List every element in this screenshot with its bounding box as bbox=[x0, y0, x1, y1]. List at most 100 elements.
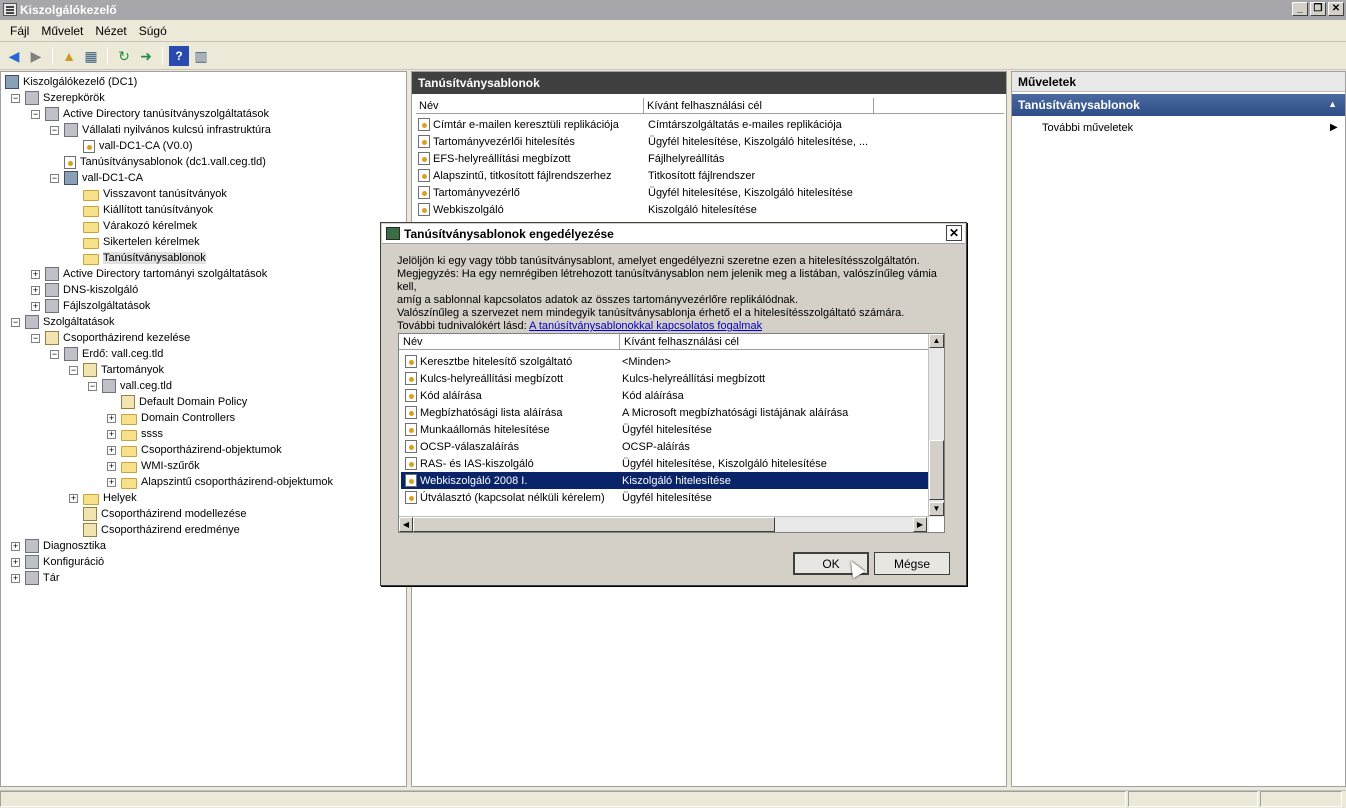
cancel-button[interactable]: Mégse bbox=[874, 552, 950, 575]
template-row[interactable]: Webkiszolgáló 2008 I. Kiszolgáló hitelesí… bbox=[401, 472, 928, 489]
tree-node[interactable]: − vall.ceg.tld bbox=[88, 378, 172, 394]
show-hide-action-pane-icon[interactable]: ▥ bbox=[191, 46, 211, 66]
template-row[interactable]: Útválasztó (kapcsolat nélküli kérelem) Üg… bbox=[401, 489, 928, 506]
show-hide-tree-icon[interactable]: ▦ bbox=[81, 46, 101, 66]
list-item[interactable]: Alapszintű, titkosított fájlrendszerhez T… bbox=[418, 167, 755, 184]
expand-icon[interactable]: + bbox=[31, 301, 40, 311]
actions-section[interactable]: Tanúsítványsablonok ▲ bbox=[1012, 94, 1345, 116]
up-folder-icon[interactable]: ▲ bbox=[59, 46, 79, 66]
collapse-icon[interactable]: − bbox=[88, 381, 97, 391]
tree-node[interactable]: vall-DC1-CA (V0.0) bbox=[69, 138, 193, 154]
expand-icon[interactable]: + bbox=[69, 493, 78, 503]
expand-icon[interactable]: + bbox=[107, 477, 116, 487]
tree-node[interactable]: + Helyek bbox=[69, 490, 137, 506]
tree-node[interactable]: Csoportházirend eredménye bbox=[69, 522, 240, 538]
tree-node[interactable]: Csoportházirend modellezése bbox=[69, 506, 247, 522]
tree-node[interactable]: Visszavont tanúsítványok bbox=[69, 186, 227, 202]
scroll-left-icon[interactable]: ◀ bbox=[399, 517, 413, 532]
menu-action[interactable]: Művelet bbox=[35, 24, 89, 38]
expand-icon[interactable]: + bbox=[31, 269, 40, 279]
template-row[interactable]: Munkaállomás hitelesítése Ügyfél hitelesí… bbox=[401, 421, 928, 438]
tree-node[interactable]: + Diagnosztika bbox=[11, 538, 106, 554]
template-row[interactable]: RAS- és IAS-kiszolgáló Ügyfél hitelesítés… bbox=[401, 455, 928, 472]
minimize-button[interactable]: _ bbox=[1292, 2, 1308, 16]
tree-node[interactable]: Kiszolgálókezelő (DC1) bbox=[5, 74, 137, 90]
tree-node[interactable]: + Konfiguráció bbox=[11, 554, 104, 570]
column-purpose[interactable]: Kívánt felhasználási cél bbox=[644, 98, 874, 113]
collapse-icon[interactable]: ▲ bbox=[1328, 99, 1337, 109]
template-row[interactable]: OCSP-válaszaláírás OCSP-aláírás bbox=[401, 438, 928, 455]
tree-node[interactable]: − Active Directory tanúsítványszolgáltatá… bbox=[31, 106, 269, 122]
list-item[interactable]: Tartományvezérlői hitelesítés Ügyfél hite… bbox=[418, 133, 868, 150]
tree-node[interactable]: + DNS-kiszolgáló bbox=[31, 282, 138, 298]
tree-node[interactable]: Várakozó kérelmek bbox=[69, 218, 197, 234]
more-actions-item[interactable]: További műveletek bbox=[1042, 122, 1133, 134]
expand-icon[interactable]: + bbox=[107, 461, 116, 471]
collapse-icon[interactable]: − bbox=[50, 349, 59, 359]
dialog-column-purpose[interactable]: Kívánt felhasználási cél bbox=[620, 334, 930, 349]
tree-node[interactable]: Kiállított tanúsítványok bbox=[69, 202, 213, 218]
list-item[interactable]: Tartományvezérlő Ügyfél hitelesítése, Kis… bbox=[418, 184, 853, 201]
column-name[interactable]: Név bbox=[416, 98, 644, 113]
tree-node[interactable]: + Domain Controllers bbox=[107, 410, 235, 426]
vertical-scrollbar[interactable]: ▲ ▼ bbox=[928, 334, 944, 517]
expand-icon[interactable]: + bbox=[107, 413, 116, 423]
collapse-icon[interactable]: − bbox=[31, 333, 40, 343]
tree-node[interactable]: − Szerepkörök bbox=[11, 90, 105, 106]
tree-node[interactable]: + Fájlszolgáltatások bbox=[31, 298, 150, 314]
expand-icon[interactable]: + bbox=[11, 573, 20, 583]
list-item[interactable]: Webkiszolgáló Kiszolgáló hitelesítése bbox=[418, 201, 757, 218]
tree-node[interactable]: + Csoportházirend-objektumok bbox=[107, 442, 282, 458]
tree-node[interactable]: + Active Directory tartományi szolgáltatá… bbox=[31, 266, 267, 282]
tree-node[interactable]: − Csoportházirend kezelése bbox=[31, 330, 190, 346]
collapse-icon[interactable]: − bbox=[50, 125, 59, 135]
export-list-icon[interactable]: ➜ bbox=[136, 46, 156, 66]
vertical-scroll-thumb[interactable] bbox=[929, 440, 944, 500]
tree-node[interactable]: − Erdő: vall.ceg.tld bbox=[50, 346, 163, 362]
list-item[interactable]: Címtár e-mailen keresztüli replikációja C… bbox=[418, 116, 842, 133]
menu-help[interactable]: Súgó bbox=[133, 24, 173, 38]
template-row[interactable]: Megbízhatósági lista aláírása A Microsoft… bbox=[401, 404, 928, 421]
menu-view[interactable]: Nézet bbox=[89, 24, 132, 38]
template-row[interactable]: Kulcs-helyreállítási megbízott Kulcs-hely… bbox=[401, 370, 928, 387]
collapse-icon[interactable]: − bbox=[11, 93, 20, 103]
list-item[interactable]: EFS-helyreállítási megbízott Fájlhelyreál… bbox=[418, 150, 724, 167]
scroll-down-icon[interactable]: ▼ bbox=[929, 502, 944, 516]
tree-node[interactable]: − Tartományok bbox=[69, 362, 164, 378]
scroll-up-icon[interactable]: ▲ bbox=[929, 334, 944, 348]
dialog-column-name[interactable]: Név bbox=[399, 334, 620, 349]
expand-icon[interactable]: + bbox=[11, 557, 20, 567]
tree-node[interactable]: − vall-DC1-CA bbox=[50, 170, 143, 186]
collapse-icon[interactable]: − bbox=[31, 109, 40, 119]
refresh-icon[interactable]: ↻ bbox=[114, 46, 134, 66]
close-button[interactable]: ✕ bbox=[1328, 2, 1344, 16]
dialog-close-button[interactable]: ✕ bbox=[946, 225, 962, 241]
menu-file[interactable]: Fájl bbox=[4, 24, 35, 38]
collapse-icon[interactable]: − bbox=[11, 317, 20, 327]
template-row[interactable]: Keresztbe hitelesítő szolgáltató <Minden> bbox=[401, 353, 928, 370]
tree-node[interactable]: + Tár bbox=[11, 570, 60, 586]
back-icon[interactable]: ◀ bbox=[4, 46, 24, 66]
tree-node[interactable]: Tanúsítványsablonok bbox=[69, 250, 206, 266]
tree-node[interactable]: − Vállalati nyilvános kulcsú infrastruktú… bbox=[50, 122, 271, 138]
scroll-right-icon[interactable]: ▶ bbox=[913, 517, 927, 532]
tree-node[interactable]: Sikertelen kérelmek bbox=[69, 234, 200, 250]
expand-icon[interactable]: + bbox=[107, 445, 116, 455]
expand-icon[interactable]: + bbox=[31, 285, 40, 295]
collapse-icon[interactable]: − bbox=[69, 365, 78, 375]
horizontal-scroll-thumb[interactable] bbox=[413, 517, 775, 532]
collapse-icon[interactable]: − bbox=[50, 173, 59, 183]
expand-icon[interactable]: + bbox=[11, 541, 20, 551]
tree-node[interactable]: Default Domain Policy bbox=[107, 394, 247, 410]
tree-node[interactable]: Tanúsítványsablonok (dc1.vall.ceg.tld) bbox=[50, 154, 266, 170]
horizontal-scrollbar[interactable]: ◀ ▶ bbox=[399, 516, 929, 532]
tree-node[interactable]: + Alapszintű csoportházirend-objektumok bbox=[107, 474, 333, 490]
restore-button[interactable]: ❐ bbox=[1310, 2, 1326, 16]
tree-node[interactable]: + WMI-szűrők bbox=[107, 458, 200, 474]
concepts-link[interactable]: A tanúsítványsablonokkal kapcsolatos fog… bbox=[529, 320, 762, 332]
template-row[interactable]: Kód aláírása Kód aláírása bbox=[401, 387, 928, 404]
tree-node[interactable]: + ssss bbox=[107, 426, 163, 442]
help-icon[interactable]: ? bbox=[169, 46, 189, 66]
expand-icon[interactable]: + bbox=[107, 429, 116, 439]
tree-node[interactable]: − Szolgáltatások bbox=[11, 314, 115, 330]
